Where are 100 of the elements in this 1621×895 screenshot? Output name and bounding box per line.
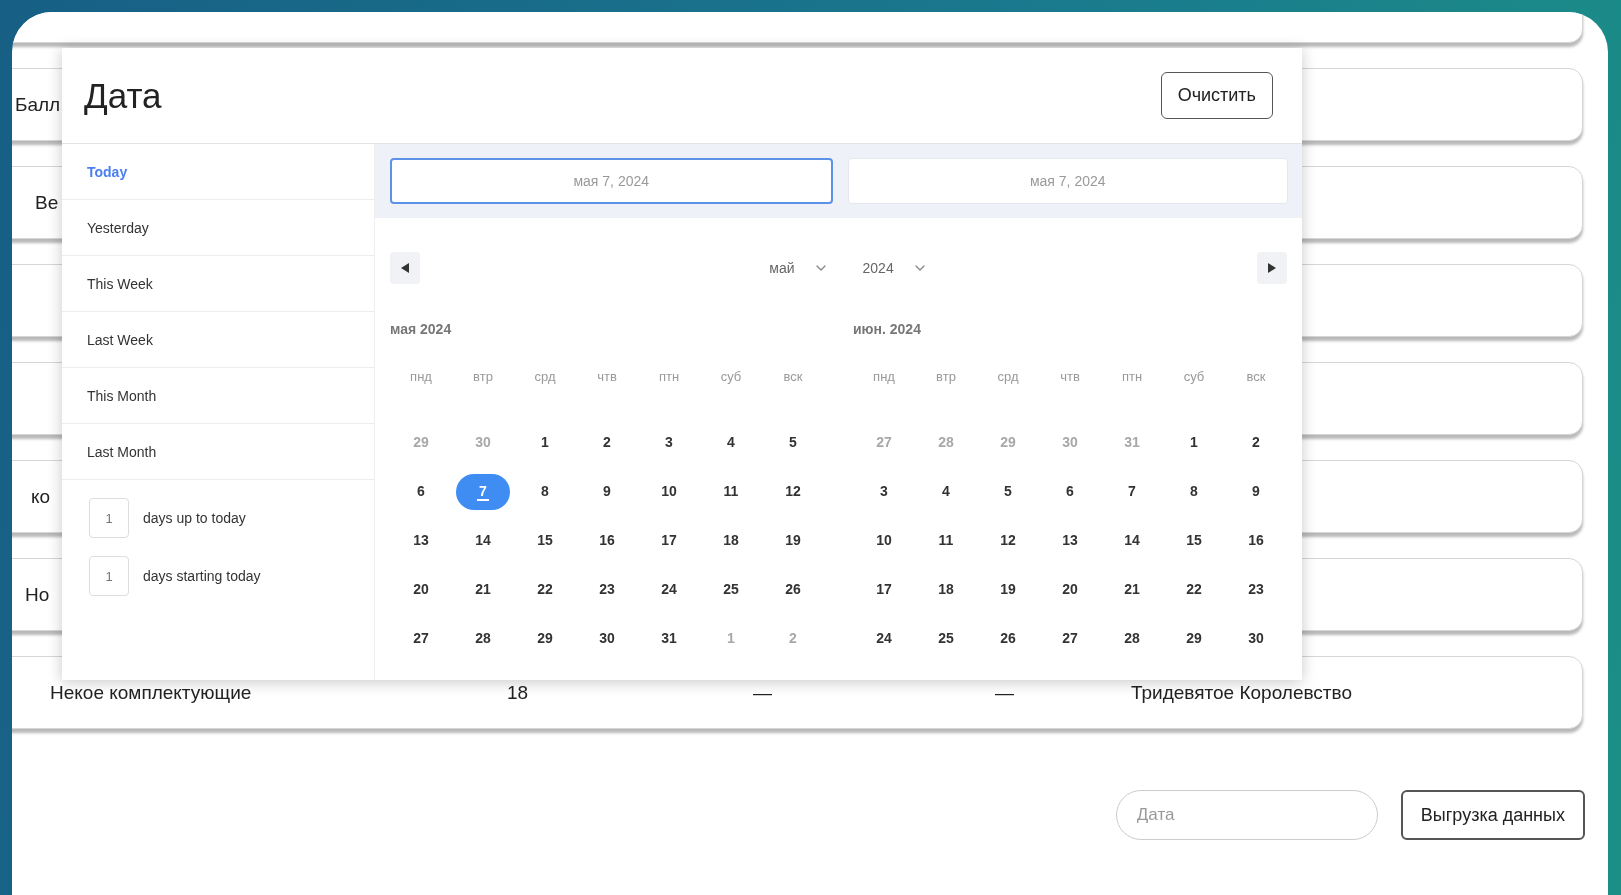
calendar-day[interactable]: 4: [704, 424, 758, 461]
calendar-day[interactable]: 25: [704, 571, 758, 608]
next-month-button[interactable]: [1257, 252, 1287, 284]
calendar-day[interactable]: 3: [642, 424, 696, 461]
calendar-day[interactable]: 23: [1229, 571, 1283, 608]
calendar-day[interactable]: 16: [1229, 522, 1283, 559]
table-cell: Балл: [15, 93, 61, 116]
calendar-day[interactable]: 17: [642, 522, 696, 559]
calendar-day[interactable]: 11: [704, 473, 758, 510]
calendar-day[interactable]: 24: [857, 620, 911, 657]
days-label: days starting today: [143, 568, 261, 584]
table-cell: Некое комплектующие: [50, 681, 252, 704]
calendar-day[interactable]: 18: [704, 522, 758, 559]
preset-item[interactable]: Today: [62, 144, 374, 200]
previous-month-button[interactable]: [390, 252, 420, 284]
calendar-day[interactable]: 21: [1105, 571, 1159, 608]
preset-item[interactable]: Last Month: [62, 424, 374, 480]
days-input[interactable]: 1: [89, 556, 129, 596]
calendar-day[interactable]: 13: [394, 522, 448, 559]
weekday-label: срд: [996, 369, 1020, 386]
calendar-day[interactable]: 14: [456, 522, 510, 559]
calendar-day[interactable]: 12: [981, 522, 1035, 559]
calendar-day[interactable]: 8: [518, 473, 572, 510]
calendar-day[interactable]: 19: [766, 522, 820, 559]
calendar-day[interactable]: 17: [857, 571, 911, 608]
calendar-day[interactable]: 29: [518, 620, 572, 657]
calendar-day[interactable]: 3: [857, 473, 911, 510]
days-label: days up to today: [143, 510, 246, 526]
calendar-day[interactable]: 22: [1167, 571, 1221, 608]
weekday-label: втр: [472, 369, 494, 386]
calendar-day[interactable]: 6: [394, 473, 448, 510]
days-input[interactable]: 1: [89, 498, 129, 538]
calendar-day[interactable]: 9: [1229, 473, 1283, 510]
export-button[interactable]: Выгрузка данных: [1400, 790, 1585, 840]
calendar-day[interactable]: 9: [580, 473, 634, 510]
clear-button[interactable]: Очистить: [1160, 72, 1273, 119]
calendar-day[interactable]: 26: [766, 571, 820, 608]
calendar-day[interactable]: 5: [981, 473, 1035, 510]
table-cell: ко: [31, 485, 51, 508]
calendar-day[interactable]: 24: [642, 571, 696, 608]
calendar-day[interactable]: 28: [456, 620, 510, 657]
table-cell: —: [753, 681, 772, 704]
calendar-day[interactable]: 13: [1043, 522, 1097, 559]
preset-item[interactable]: Yesterday: [62, 200, 374, 256]
calendar-day[interactable]: 15: [518, 522, 572, 559]
weekday-label: втр: [935, 369, 957, 386]
calendar-day[interactable]: 25: [919, 620, 973, 657]
left-triangle-icon: [401, 263, 409, 273]
preset-item[interactable]: Last Week: [62, 312, 374, 368]
calendar-day[interactable]: 8: [1167, 473, 1221, 510]
table-cell: Тридевятое Королевство: [1131, 681, 1352, 704]
weekday-label: вск: [1245, 369, 1267, 386]
calendar-day[interactable]: 31: [642, 620, 696, 657]
calendar-day[interactable]: 10: [857, 522, 911, 559]
calendar-day[interactable]: 27: [394, 620, 448, 657]
calendar-day[interactable]: 26: [981, 620, 1035, 657]
month-select[interactable]: май: [763, 256, 835, 280]
calendar-day[interactable]: 11: [919, 522, 973, 559]
calendar-day[interactable]: 22: [518, 571, 572, 608]
weekday-label: пнд: [409, 369, 433, 386]
calendar-day[interactable]: 14: [1105, 522, 1159, 559]
calendar-day[interactable]: 19: [981, 571, 1035, 608]
calendar-day[interactable]: 12: [766, 473, 820, 510]
weekday-label: птн: [657, 369, 681, 386]
calendar-day[interactable]: 7: [1105, 473, 1159, 510]
calendar-day[interactable]: 20: [394, 571, 448, 608]
calendar-day[interactable]: 21: [456, 571, 510, 608]
calendar-day[interactable]: 27: [1043, 620, 1097, 657]
table-cell: Но: [25, 583, 50, 606]
calendar-day[interactable]: 29: [1167, 620, 1221, 657]
calendar-day[interactable]: 23: [580, 571, 634, 608]
preset-item[interactable]: This Month: [62, 368, 374, 424]
calendar-day[interactable]: 1: [1167, 424, 1221, 461]
weekday-label: пнд: [872, 369, 896, 386]
calendar-day[interactable]: 4: [919, 473, 973, 510]
calendar-day[interactable]: 30: [580, 620, 634, 657]
date-field[interactable]: Дата: [1115, 790, 1378, 840]
month-title: мая 2024: [390, 321, 453, 339]
calendar-day[interactable]: 10: [642, 473, 696, 510]
table-cell: —: [995, 681, 1014, 704]
calendar-day[interactable]: 28: [1105, 620, 1159, 657]
calendar-day[interactable]: 16: [580, 522, 634, 559]
weekday-label: срд: [533, 369, 557, 386]
calendar-day[interactable]: 15: [1167, 522, 1221, 559]
calendar-day[interactable]: 2: [1229, 424, 1283, 461]
calendar-day[interactable]: 2: [580, 424, 634, 461]
year-select[interactable]: 2024: [856, 256, 934, 280]
calendar-day[interactable]: 6: [1043, 473, 1097, 510]
calendar-day[interactable]: 18: [919, 571, 973, 608]
calendar-day[interactable]: 30: [1229, 620, 1283, 657]
popup-title: Дата: [84, 75, 162, 116]
table-cell: 18: [507, 681, 529, 704]
calendar-day[interactable]: 5: [766, 424, 820, 461]
preset-item[interactable]: This Week: [62, 256, 374, 312]
table-cell: Ве: [35, 191, 59, 214]
calendar-day[interactable]: 1: [518, 424, 572, 461]
month-title: июн. 2024: [853, 321, 922, 339]
calendar-day[interactable]: 20: [1043, 571, 1097, 608]
weekday-label: чтв: [1059, 369, 1081, 386]
weekday-label: птн: [1120, 369, 1144, 386]
